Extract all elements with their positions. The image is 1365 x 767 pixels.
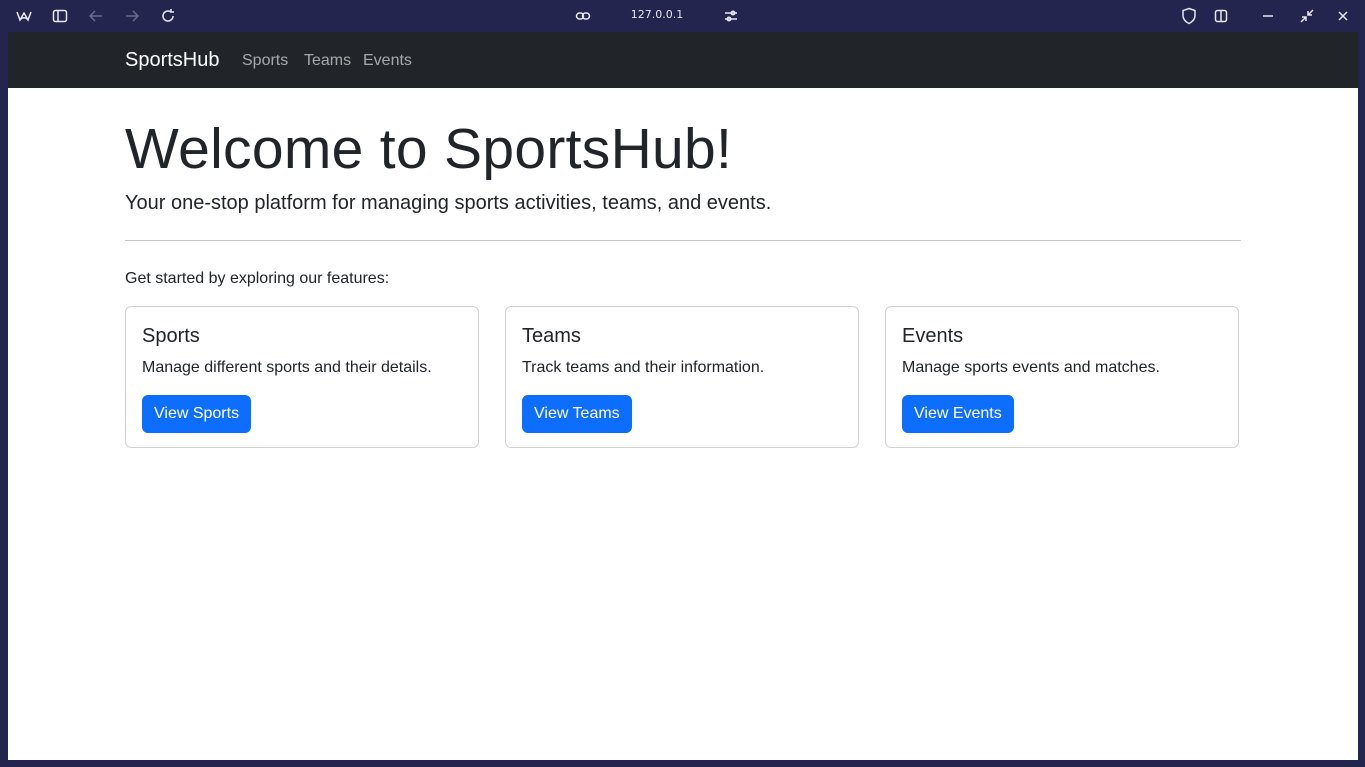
link-icon[interactable] xyxy=(573,6,593,26)
view-teams-button[interactable]: View Teams xyxy=(522,395,632,433)
card-events: Events Manage sports events and matches.… xyxy=(885,306,1239,448)
card-sports: Sports Manage different sports and their… xyxy=(125,306,479,448)
top-navbar: SportsHub Sports Teams Events xyxy=(8,32,1358,88)
card-text: Manage different sports and their detail… xyxy=(142,359,432,376)
browser-logo-icon[interactable] xyxy=(14,6,34,26)
card-title: Events xyxy=(902,325,964,347)
forward-icon[interactable] xyxy=(122,6,142,26)
page-viewport: SportsHub Sports Teams Events Welcome to… xyxy=(8,32,1358,760)
sidebar-toggle-icon[interactable] xyxy=(50,6,70,26)
close-window-icon[interactable] xyxy=(1333,6,1353,26)
view-sports-button[interactable]: View Sports xyxy=(142,395,252,433)
address-bar-url[interactable]: 127.0.0.1 xyxy=(612,8,702,21)
page-title: Welcome to SportsHub! xyxy=(125,117,733,181)
nav-link-events[interactable]: Events xyxy=(363,52,412,70)
divider xyxy=(125,240,1241,241)
intro-text: Get started by exploring our features: xyxy=(125,270,390,287)
minimize-icon[interactable] xyxy=(1258,6,1278,26)
split-view-icon[interactable] xyxy=(1211,6,1231,26)
hero-lead-text: Your one-stop platform for managing spor… xyxy=(125,192,772,214)
card-text: Track teams and their information. xyxy=(522,359,765,376)
card-title: Sports xyxy=(142,325,200,347)
brand-link[interactable]: SportsHub xyxy=(125,49,220,72)
nav-link-teams[interactable]: Teams xyxy=(304,52,351,70)
card-title: Teams xyxy=(522,325,581,347)
card-text: Manage sports events and matches. xyxy=(902,359,1160,376)
nav-link-sports[interactable]: Sports xyxy=(242,52,288,70)
browser-toolbar: 127.0.0.1 xyxy=(0,0,1365,32)
site-settings-icon[interactable] xyxy=(721,6,741,26)
reload-icon[interactable] xyxy=(158,6,178,26)
back-icon[interactable] xyxy=(86,6,106,26)
card-teams: Teams Track teams and their information.… xyxy=(505,306,859,448)
view-events-button[interactable]: View Events xyxy=(902,395,1014,433)
shield-icon[interactable] xyxy=(1179,6,1199,26)
restore-icon[interactable] xyxy=(1297,6,1317,26)
